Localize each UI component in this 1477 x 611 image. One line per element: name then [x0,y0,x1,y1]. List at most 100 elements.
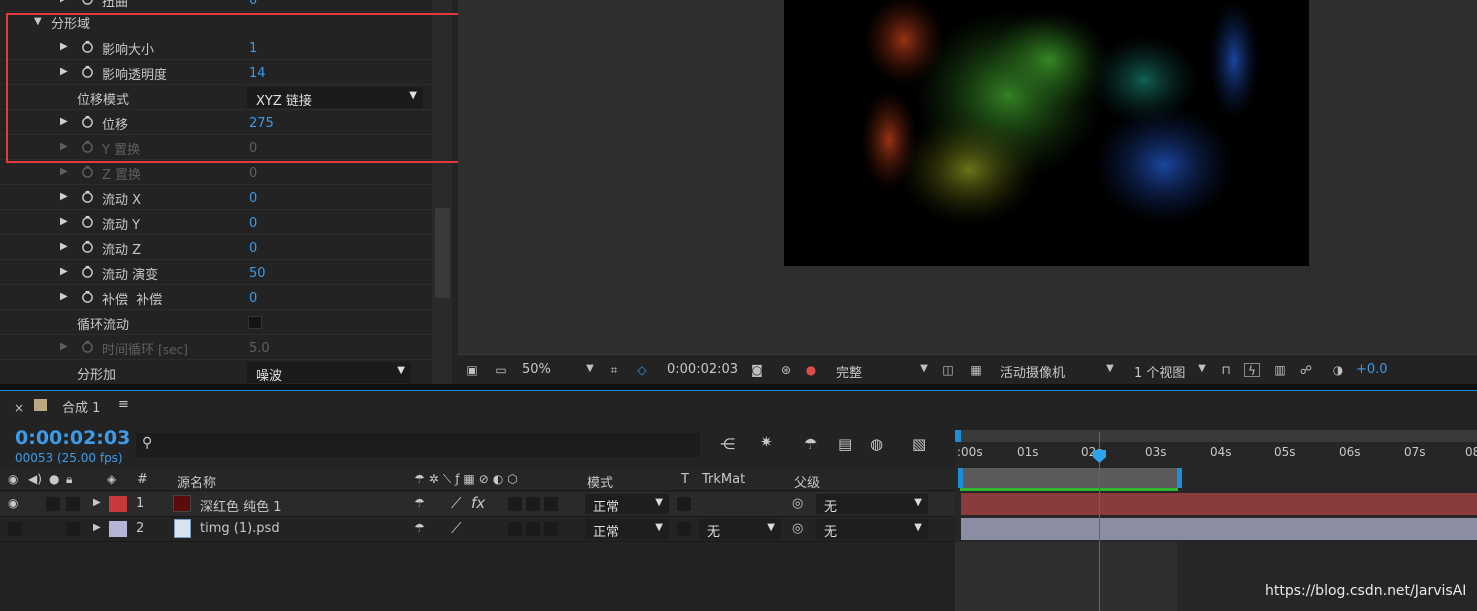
label-color[interactable] [109,496,127,512]
effect-row-z-displace[interactable]: ▶ Z 置换 0 [0,160,432,185]
effect-row-value[interactable]: 0 [249,0,257,8]
flowchart-icon[interactable]: ☍ [1298,363,1314,377]
effect-row-flow-evolution[interactable]: ▶ 流动 演变 50 [0,260,432,285]
work-area-start-handle[interactable] [958,468,963,488]
lock-toggle[interactable] [66,522,80,536]
effect-row-flow-y[interactable]: ▶ 流动 Y 0 [0,210,432,235]
pick-whip-icon[interactable]: ◎ [792,521,803,536]
switch-box[interactable] [508,497,522,511]
effect-row-offset[interactable]: ▶ 补偿 补偿 0 [0,285,432,310]
switch-box[interactable] [526,497,540,511]
timeline-icon[interactable]: ▥ [1272,363,1288,377]
effect-row-fractal-add[interactable]: 分形加 噪波 ▼ [0,360,432,384]
stopwatch-icon[interactable] [81,190,94,203]
switch-box[interactable] [544,497,558,511]
graph-editor-icon[interactable]: ▧ [912,435,926,453]
composition-canvas[interactable] [784,0,1309,266]
camera-select[interactable]: 活动摄像机 [1000,362,1065,381]
layer-bar-1[interactable] [961,493,1477,515]
exposure-value[interactable]: +0.0 [1356,362,1388,377]
transparency-grid-icon[interactable]: ▦ [968,363,984,377]
switch-box[interactable] [544,522,558,536]
quality-switch-icon[interactable]: ⟋ [451,519,462,537]
effect-row-value[interactable]: 0 [249,241,257,256]
effect-row-value[interactable]: 0 [249,191,257,206]
viewer-timecode[interactable]: 0:00:02:03 [667,362,738,377]
work-area-bar[interactable] [958,468,1182,488]
region-icon[interactable]: ▣ [464,363,480,377]
draft-3d-icon[interactable]: ✷ [760,433,773,451]
monitor-icon[interactable]: ▭ [493,363,509,377]
zoom-level[interactable]: 50% [522,362,551,377]
eye-icon[interactable]: ◉ [8,496,18,510]
layer-row[interactable]: ▶ 2 timg (1).psd ☂ ⟋ 正常 ▼ 无 ▼ ◎ 无 ▼ [0,517,955,542]
effect-switch-icon[interactable]: fx [471,494,485,512]
camera-snapshot-icon[interactable]: ◙ [749,363,765,377]
label-tag-icon[interactable]: ◈ [107,472,116,486]
roi-icon[interactable]: ◫ [940,363,956,377]
switch-box[interactable] [508,522,522,536]
quality-switch-icon[interactable]: ⟋ [451,494,462,512]
close-icon[interactable]: × [14,401,24,415]
effect-row-cycle-flow[interactable]: 循环流动 [0,310,432,335]
motion-blur-icon[interactable]: ◍ [870,435,883,453]
time-navigator[interactable] [955,430,1477,442]
effect-row-flow-z[interactable]: ▶ 流动 Z 0 [0,235,432,260]
switch-box[interactable] [526,522,540,536]
layer-bar-2[interactable] [961,518,1477,540]
shy-switch-icon[interactable]: ☂ [414,496,425,510]
time-ruler[interactable]: :00s 01s 02s 03s 04s 05s 06s 07s 08s [955,442,1477,468]
expand-arrow-icon[interactable]: ▶ [60,291,68,302]
chevron-down-icon[interactable]: ▼ [1102,363,1118,377]
column-mode[interactable]: 模式 [587,472,613,491]
label-color[interactable] [109,521,127,537]
composition-tab[interactable]: 合成 1 [62,397,100,416]
stopwatch-icon[interactable] [81,240,94,253]
stopwatch-icon[interactable] [81,215,94,228]
expand-arrow-icon[interactable]: ▶ [93,522,101,533]
expand-arrow-icon[interactable]: ▶ [60,266,68,277]
chevron-down-icon[interactable]: ▼ [916,363,932,377]
column-trkmat[interactable]: TrkMat [702,472,745,487]
preserve-transparency-toggle[interactable] [677,522,691,536]
crop-icon[interactable]: ⌗ [606,363,622,377]
resolution-select[interactable]: 完整 [836,362,862,381]
exposure-icon[interactable]: ◑ [1330,363,1346,377]
column-parent[interactable]: 父级 [794,472,820,491]
stopwatch-icon[interactable] [81,265,94,278]
expand-arrow-icon[interactable]: ▶ [60,216,68,227]
expand-arrow-icon[interactable]: ▶ [60,341,68,352]
current-time[interactable]: 0:00:02:03 [15,427,130,449]
search-input[interactable]: ⚲ [136,433,700,457]
solo-toggle[interactable] [46,497,60,511]
blend-mode-dropdown[interactable]: 正常 ▼ [585,494,669,515]
mask-path-icon[interactable]: ◇ [634,363,650,377]
views-select[interactable]: 1 个视图 [1134,362,1185,381]
comp-mini-flowchart-icon[interactable]: ⋲ [720,435,735,453]
expand-arrow-icon[interactable]: ▶ [60,191,68,202]
panel-menu-icon[interactable]: ≡ [118,397,129,412]
chevron-down-icon[interactable]: ▼ [582,363,598,377]
effect-row-time-cycle[interactable]: ▶ 时间循环 [sec] 5.0 [0,335,432,360]
parent-dropdown[interactable]: 无 ▼ [816,494,928,515]
frame-blending-icon[interactable]: ▤ [838,435,852,453]
stopwatch-icon[interactable] [81,290,94,303]
chevron-down-icon[interactable]: ▼ [1194,363,1210,377]
effect-row-value[interactable]: 0 [249,291,257,306]
video-toggle[interactable] [8,522,22,536]
fast-preview-icon[interactable]: ϟ [1244,363,1260,378]
parent-dropdown[interactable]: 无 ▼ [816,519,928,540]
expand-arrow-icon[interactable]: ▶ [93,497,101,508]
trkmat-dropdown[interactable]: 无 ▼ [699,519,781,540]
layer-row[interactable]: ◉ ▶ 1 深红色 纯色 1 ☂ ⟋ fx 正常 ▼ ◎ 无 ▼ [0,492,955,517]
shy-switch-icon[interactable]: ☂ [414,521,425,535]
expand-arrow-icon[interactable]: ▶ [60,0,68,4]
effect-row-value[interactable]: 50 [249,266,266,281]
audio-icon[interactable]: ◀) [28,472,42,486]
effect-row-value[interactable]: 0 [249,216,257,231]
lock-toggle[interactable] [66,497,80,511]
color-channels-icon[interactable]: ● [803,363,819,377]
scrollbar-thumb[interactable] [435,208,450,298]
preserve-transparency-toggle[interactable] [677,497,691,511]
show-snapshot-icon[interactable]: ⊛ [778,363,794,377]
